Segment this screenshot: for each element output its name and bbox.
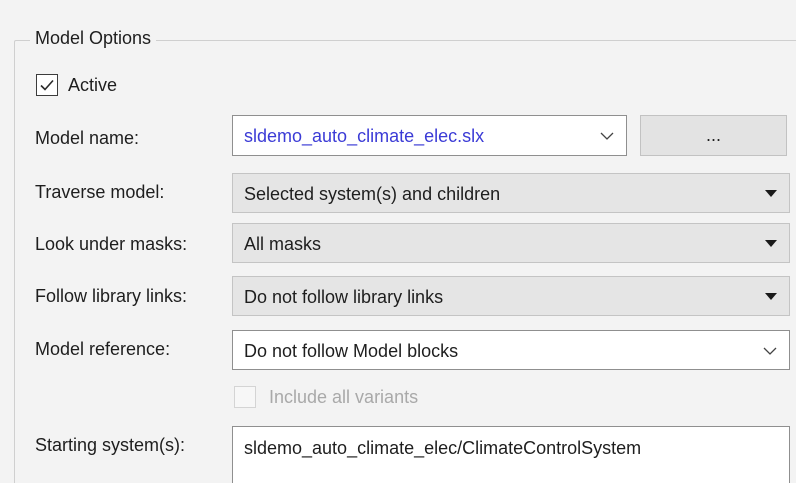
follow-library-links-value: Do not follow library links — [244, 287, 444, 307]
model-name-combo[interactable]: sldemo_auto_climate_elec.slx — [232, 115, 627, 156]
model-name-label: Model name: — [35, 128, 140, 148]
model-reference-label: Model reference: — [35, 339, 171, 359]
model-options-panel: Model Options Active Model name: sldemo_… — [0, 0, 796, 483]
look-under-masks-value: All masks — [244, 234, 322, 254]
triangle-down-icon — [765, 190, 777, 197]
chevron-down-icon — [600, 132, 614, 140]
triangle-down-icon — [765, 240, 777, 247]
active-label: Active — [68, 75, 118, 95]
include-all-variants-checkbox[interactable] — [234, 386, 256, 408]
model-reference-value: Do not follow Model blocks — [244, 341, 459, 361]
follow-library-links-label: Follow library links: — [35, 286, 188, 306]
check-icon — [40, 79, 54, 91]
look-under-masks-label: Look under masks: — [35, 234, 188, 254]
group-title: Model Options — [30, 27, 157, 49]
follow-library-links-select[interactable]: Do not follow library links — [232, 276, 790, 316]
starting-system-field[interactable]: sldemo_auto_climate_elec/ClimateControlS… — [232, 426, 790, 483]
traverse-model-value: Selected system(s) and children — [244, 184, 501, 204]
triangle-down-icon — [765, 293, 777, 300]
look-under-masks-select[interactable]: All masks — [232, 223, 790, 263]
include-all-variants-label: Include all variants — [269, 387, 419, 407]
active-checkbox[interactable] — [36, 74, 58, 96]
model-reference-select[interactable]: Do not follow Model blocks — [232, 330, 790, 370]
starting-system-label: Starting system(s): — [35, 435, 186, 455]
model-name-value: sldemo_auto_climate_elec.slx — [244, 126, 485, 146]
traverse-model-label: Traverse model: — [35, 182, 165, 202]
chevron-down-icon — [763, 347, 777, 355]
browse-button[interactable]: ... — [640, 115, 787, 156]
traverse-model-select[interactable]: Selected system(s) and children — [232, 173, 790, 213]
